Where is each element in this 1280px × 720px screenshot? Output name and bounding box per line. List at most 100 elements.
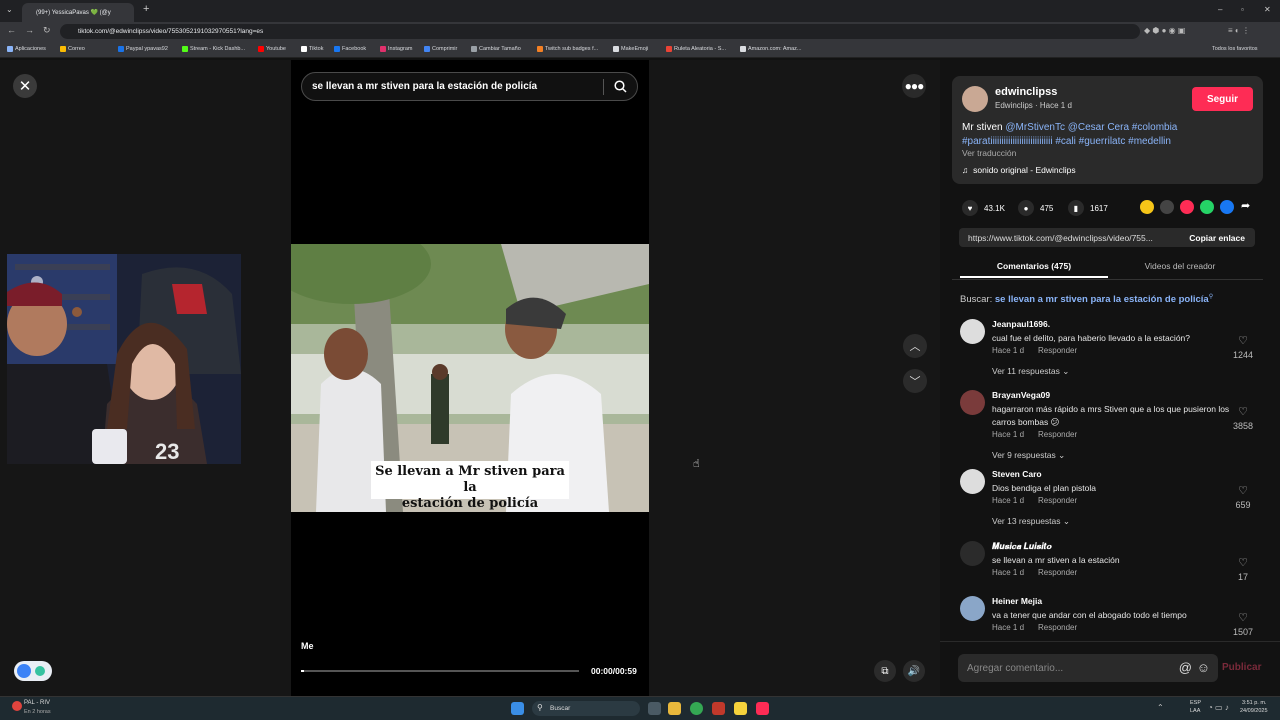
volume-button[interactable]: 🔊 xyxy=(903,660,925,682)
comment-author[interactable]: 𝑴𝒖𝒔𝒊𝒄𝒂 𝑳𝒖𝒊𝒔𝒊𝒕𝒐 xyxy=(992,541,1052,552)
mention-icon[interactable]: @ xyxy=(1179,660,1192,675)
reply-button[interactable]: Responder xyxy=(1038,346,1077,355)
all-bookmarks[interactable]: Todos los favoritos xyxy=(1212,46,1258,52)
bookmark-10[interactable]: Twitch sub badges f... xyxy=(537,46,598,52)
whatsapp-icon[interactable] xyxy=(1200,200,1214,214)
publish-button[interactable]: Publicar xyxy=(1222,662,1261,673)
taskbar-search[interactable]: ⚲ Buscar xyxy=(532,701,640,716)
comment-like[interactable]: ♡ 1244 xyxy=(1226,334,1260,360)
bookmark-5[interactable]: Tiktok xyxy=(301,46,323,52)
reply-button[interactable]: Responder xyxy=(1038,496,1077,505)
weather-icon[interactable] xyxy=(12,701,22,711)
progress-bar[interactable] xyxy=(301,670,579,672)
comment-stat[interactable]: ● 475 xyxy=(1018,200,1053,216)
comment-avatar[interactable] xyxy=(960,596,985,621)
reply-button[interactable]: Responder xyxy=(1038,430,1077,439)
bookmark-1[interactable]: Correo xyxy=(60,46,85,52)
comment-author[interactable]: Jeanpaul1696. xyxy=(992,319,1050,329)
like-stat[interactable]: ♥ 43.1K xyxy=(962,200,1005,216)
pip-button[interactable]: ⧉ xyxy=(874,660,896,682)
comment-author[interactable]: BrayanVega09 xyxy=(992,390,1050,400)
url-bar[interactable]: tiktok.com/@edwinclipss/video/7553052191… xyxy=(60,24,1140,39)
bookmark-4[interactable]: Youtube xyxy=(258,46,286,52)
maximize-icon[interactable]: ▫ xyxy=(1241,5,1244,14)
previous-video-button[interactable]: ︿ xyxy=(903,334,927,358)
comment-avatar[interactable] xyxy=(960,390,985,415)
close-video-button[interactable]: ✕ xyxy=(13,74,37,98)
new-tab-icon[interactable]: + xyxy=(143,3,149,15)
copy-link-button[interactable]: Copiar enlace xyxy=(1189,233,1245,243)
bookmark-6[interactable]: Facebook xyxy=(334,46,366,52)
comment-avatar[interactable] xyxy=(960,319,985,344)
comment-like[interactable]: ♡ 659 xyxy=(1226,484,1260,510)
more-options-button[interactable]: ●●● xyxy=(902,74,926,98)
bookmark-2[interactable]: Paypal ypavas92 xyxy=(118,46,168,52)
share-arrow-icon[interactable]: ➦ xyxy=(1241,199,1250,212)
browser-tab[interactable]: (99+) YessicaPavas 💚 (@y xyxy=(22,3,134,22)
share-link-field[interactable]: https://www.tiktok.com/@edwinclipss/vide… xyxy=(959,228,1255,247)
tab-comments[interactable]: Comentarios (475) xyxy=(960,258,1108,278)
profile-icon[interactable]: ≡ ◐ ⋮ xyxy=(1228,26,1250,35)
comment-like[interactable]: ♡ 1507 xyxy=(1226,611,1260,637)
author-username[interactable]: edwinclipss xyxy=(995,86,1057,98)
comment-like[interactable]: ♡ 3858 xyxy=(1226,405,1260,431)
forward-icon[interactable]: → xyxy=(25,25,34,35)
comment-author[interactable]: Steven Caro xyxy=(992,469,1042,479)
search-term-link[interactable]: se llevan a mr stiven para la estación d… xyxy=(995,294,1209,305)
accessibility-widget[interactable] xyxy=(14,661,52,681)
network-volume-icon[interactable]: ◔ ▭ ♪ xyxy=(1208,703,1229,712)
lang-code[interactable]: ESP xyxy=(1190,700,1201,706)
tab-menu-icon[interactable]: ⌄ xyxy=(6,5,13,14)
facebook-icon[interactable] xyxy=(1220,200,1234,214)
search-input[interactable]: se llevan a mr stiven para la estación d… xyxy=(301,72,638,101)
view-replies-button[interactable]: Ver 9 respuestas ⌄ xyxy=(992,450,1065,461)
bookmark-label: Youtube xyxy=(266,46,286,52)
next-video-button[interactable]: ﹀ xyxy=(903,369,927,393)
reply-button[interactable]: Responder xyxy=(1038,568,1077,577)
search-icon[interactable] xyxy=(614,80,627,93)
window-close-icon[interactable]: ✕ xyxy=(1264,5,1271,14)
extensions-icon[interactable]: ◆ ⬢ ● ◉ ▣ xyxy=(1144,26,1185,35)
share-emoji-icon[interactable] xyxy=(1140,200,1154,214)
emoji-icon[interactable]: ☺ xyxy=(1197,660,1210,675)
follow-button[interactable]: Seguir xyxy=(1192,87,1253,111)
save-stat[interactable]: ▮ 1617 xyxy=(1068,200,1108,216)
minimize-icon[interactable]: – xyxy=(1218,5,1222,14)
share-send-icon[interactable] xyxy=(1180,200,1194,214)
bookmark-8[interactable]: Comprimir xyxy=(424,46,457,52)
reload-icon[interactable]: ↻ xyxy=(43,25,51,36)
notes-icon[interactable] xyxy=(734,702,747,715)
tab-creator-videos[interactable]: Videos del creador xyxy=(1110,258,1250,278)
explorer-icon[interactable] xyxy=(668,702,681,715)
back-icon[interactable]: ← xyxy=(7,25,16,35)
comment-avatar[interactable] xyxy=(960,469,985,494)
comment-input[interactable]: Agregar comentario... @ ☺ xyxy=(958,654,1218,682)
taskview-icon[interactable] xyxy=(648,702,661,715)
comment-author[interactable]: Heiner Mejia xyxy=(992,596,1042,606)
chrome-icon[interactable] xyxy=(690,702,703,715)
bookmark-7[interactable]: Instagram xyxy=(380,46,412,52)
clock-time[interactable]: 3:51 p. m. xyxy=(1242,700,1266,706)
view-replies-button[interactable]: Ver 13 respuestas ⌄ xyxy=(992,516,1070,527)
video-time: 00:00/00:59 xyxy=(591,666,637,676)
app-icon[interactable] xyxy=(712,702,725,715)
bookmark-9[interactable]: Cambiar Tamaño xyxy=(471,46,521,52)
bookmark-11[interactable]: MakeEmoji xyxy=(613,46,648,52)
author-avatar[interactable] xyxy=(962,86,988,112)
sound-link[interactable]: ♫ sonido original - Edwinclips xyxy=(962,165,1076,175)
tiktok-taskbar-icon[interactable] xyxy=(756,702,769,715)
bookmark-icon xyxy=(60,46,66,52)
translate-link[interactable]: Ver traducción xyxy=(962,148,1016,158)
bookmark-3[interactable]: Stream - Kick Dashb... xyxy=(182,46,245,52)
comment-like[interactable]: ♡ 17 xyxy=(1226,556,1260,582)
embed-icon[interactable] xyxy=(1160,200,1174,214)
comment-avatar[interactable] xyxy=(960,541,985,566)
bookmark-13[interactable]: Amazon.com: Amaz... xyxy=(740,46,802,52)
taskbar: PAL - RIV En 2 horas ⚲ Buscar ⌃ ESP LAA … xyxy=(0,696,1280,720)
view-replies-button[interactable]: Ver 11 respuestas ⌄ xyxy=(992,366,1069,377)
bookmark-0[interactable]: Aplicaciones xyxy=(7,46,46,52)
tray-icons[interactable]: ⌃ xyxy=(1157,703,1164,712)
start-icon[interactable] xyxy=(511,702,524,715)
reply-button[interactable]: Responder xyxy=(1038,623,1077,632)
bookmark-12[interactable]: Ruleta Aleatoria - S... xyxy=(666,46,726,52)
